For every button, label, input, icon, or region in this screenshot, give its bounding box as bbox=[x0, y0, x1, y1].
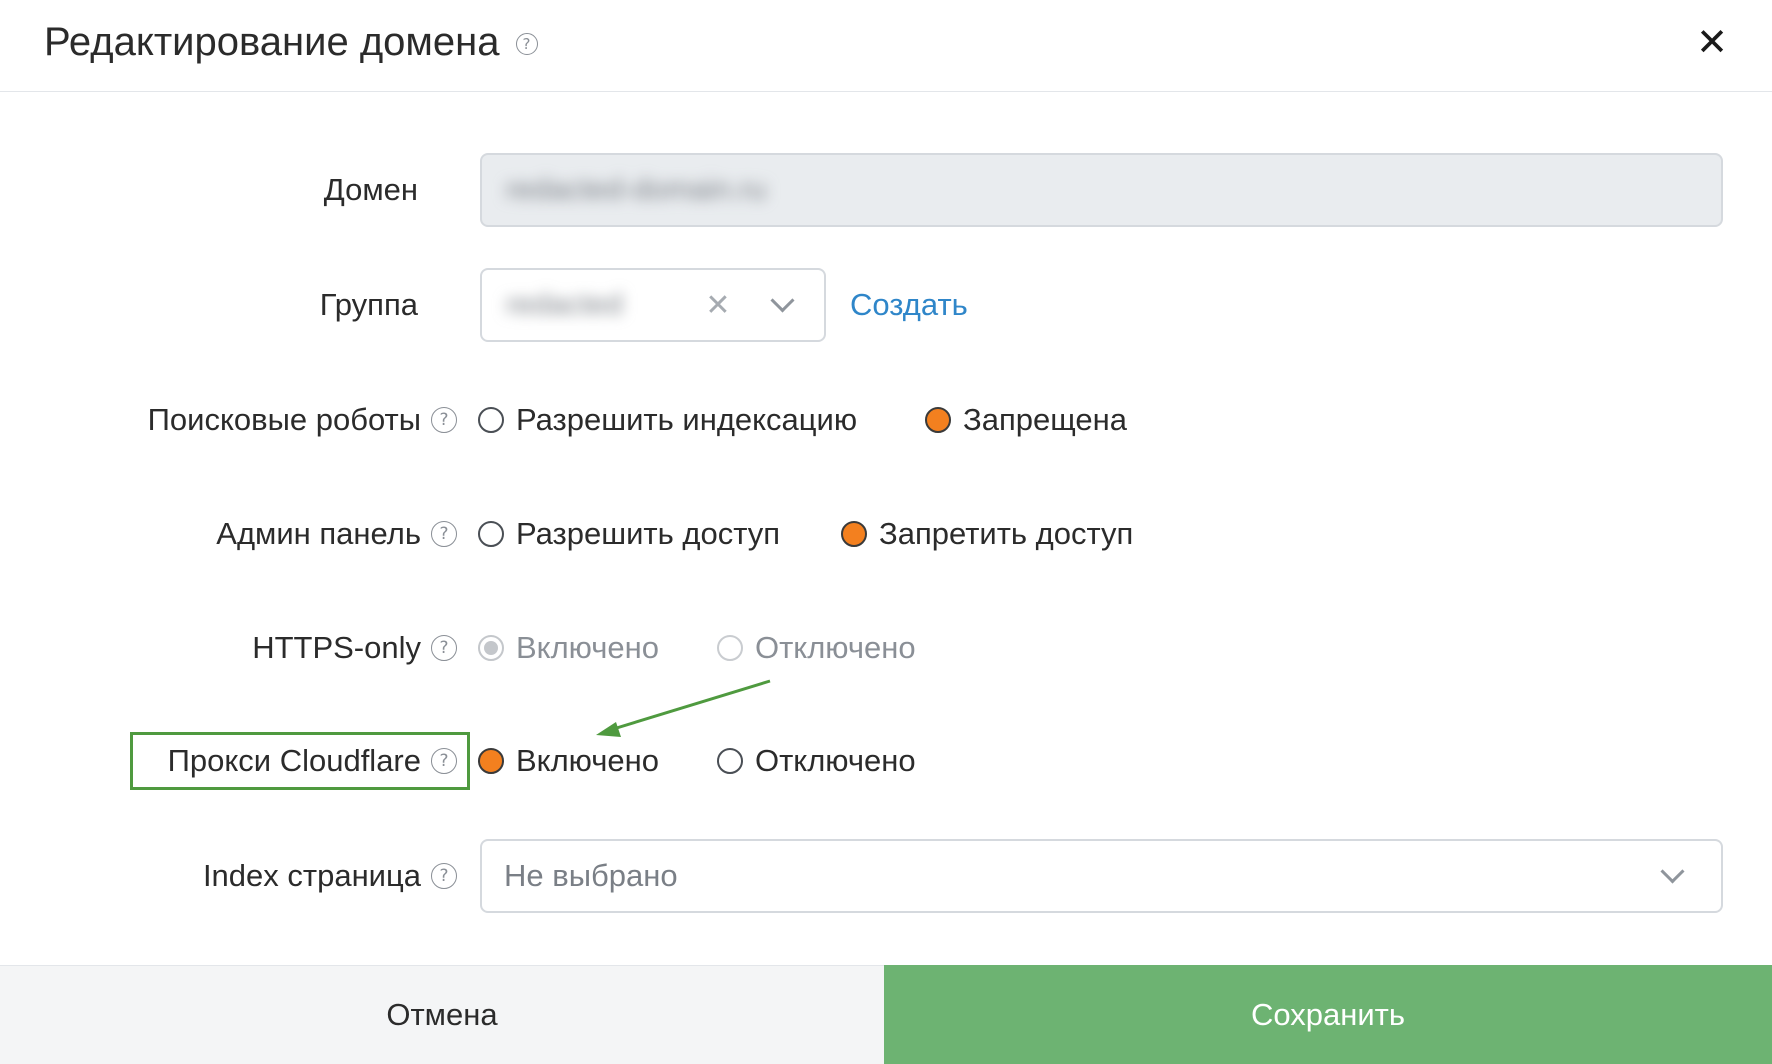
radio-button-selected[interactable] bbox=[841, 521, 867, 547]
index-page-placeholder: Не выбрано bbox=[504, 858, 678, 893]
help-icon[interactable]: ? bbox=[431, 407, 457, 433]
save-button[interactable]: Сохранить bbox=[884, 965, 1772, 1064]
radio-button[interactable] bbox=[478, 521, 504, 547]
radio-label: Запретить доступ bbox=[879, 516, 1134, 551]
radio-button-selected[interactable] bbox=[925, 407, 951, 433]
domain-label-text: Домен bbox=[323, 172, 418, 207]
dialog-header: Редактирование домена ? ✕ bbox=[0, 0, 1772, 92]
radio-button[interactable] bbox=[717, 748, 743, 774]
close-icon[interactable]: ✕ bbox=[1692, 22, 1732, 62]
admin-panel-row: Админ панель ? Разрешить доступ Запретит… bbox=[0, 497, 1772, 571]
help-icon[interactable]: ? bbox=[431, 863, 457, 889]
radio-cloudflare-on[interactable]: Включено bbox=[478, 724, 659, 798]
radio-indexing-forbidden[interactable]: Запрещена bbox=[925, 383, 1127, 457]
help-icon[interactable]: ? bbox=[431, 521, 457, 547]
index-page-label: Index страница ? bbox=[203, 839, 457, 913]
domain-input[interactable]: redacted-domain.ru bbox=[480, 153, 1723, 227]
domain-label: Домен bbox=[324, 153, 418, 227]
group-label-text: Группа bbox=[319, 287, 418, 322]
clear-icon[interactable]: ✕ bbox=[700, 286, 736, 326]
radio-label: Отключено bbox=[755, 630, 916, 665]
radio-button-selected[interactable] bbox=[478, 748, 504, 774]
search-robots-label-text: Поисковые роботы bbox=[147, 402, 421, 437]
radio-label: Включено bbox=[516, 743, 659, 778]
group-row: Группа redacted ✕ Создать bbox=[0, 268, 1772, 342]
radio-cloudflare-off[interactable]: Отключено bbox=[717, 724, 916, 798]
index-page-row: Index страница ? Не выбрано bbox=[0, 839, 1772, 913]
radio-button[interactable] bbox=[478, 407, 504, 433]
search-robots-row: Поисковые роботы ? Разрешить индексацию … bbox=[0, 383, 1772, 457]
group-label: Группа bbox=[320, 268, 418, 342]
dialog-footer: Отмена Сохранить bbox=[0, 965, 1772, 1064]
help-icon[interactable]: ? bbox=[515, 33, 538, 55]
radio-button-disabled bbox=[717, 635, 743, 661]
https-only-row: HTTPS-only ? Включено Отключено bbox=[0, 611, 1772, 685]
https-only-label: HTTPS-only ? bbox=[252, 611, 457, 685]
radio-button-selected-disabled bbox=[478, 635, 504, 661]
radio-label: Отключено bbox=[755, 743, 916, 778]
domain-value: redacted-domain.ru bbox=[506, 173, 767, 206]
cloudflare-proxy-row: Прокси Cloudflare ? Включено Отключено bbox=[0, 724, 1772, 798]
group-value: redacted bbox=[506, 288, 623, 321]
search-robots-label: Поисковые роботы ? bbox=[148, 383, 457, 457]
help-icon[interactable]: ? bbox=[431, 748, 457, 774]
index-page-select[interactable]: Не выбрано bbox=[480, 839, 1723, 913]
cancel-button[interactable]: Отмена bbox=[0, 965, 884, 1064]
cloudflare-proxy-label-text: Прокси Cloudflare bbox=[167, 743, 421, 778]
https-only-label-text: HTTPS-only bbox=[252, 630, 421, 665]
radio-label: Разрешить индексацию bbox=[516, 402, 858, 437]
create-group-link[interactable]: Создать bbox=[850, 268, 968, 342]
dialog-title: Редактирование домена ? bbox=[44, 18, 538, 66]
admin-panel-label: Админ панель ? bbox=[216, 497, 457, 571]
radio-allow-indexing[interactable]: Разрешить индексацию bbox=[478, 383, 857, 457]
help-icon[interactable]: ? bbox=[431, 635, 457, 661]
group-select[interactable]: redacted ✕ bbox=[480, 268, 826, 342]
radio-label: Разрешить доступ bbox=[516, 516, 781, 551]
chevron-down-icon[interactable] bbox=[1660, 859, 1685, 884]
admin-panel-label-text: Админ панель bbox=[216, 516, 421, 551]
cloudflare-proxy-label: Прокси Cloudflare ? bbox=[168, 724, 457, 798]
radio-label: Запрещена bbox=[963, 402, 1127, 437]
radio-deny-access[interactable]: Запретить доступ bbox=[841, 497, 1133, 571]
dialog-title-text: Редактирование домена bbox=[44, 20, 500, 64]
radio-https-on: Включено bbox=[478, 611, 659, 685]
index-page-label-text: Index страница bbox=[202, 858, 421, 893]
radio-label: Включено bbox=[516, 630, 659, 665]
domain-row: Домен redacted-domain.ru bbox=[0, 153, 1772, 227]
chevron-down-icon[interactable] bbox=[770, 288, 795, 313]
radio-https-off: Отключено bbox=[717, 611, 916, 685]
radio-allow-access[interactable]: Разрешить доступ bbox=[478, 497, 780, 571]
